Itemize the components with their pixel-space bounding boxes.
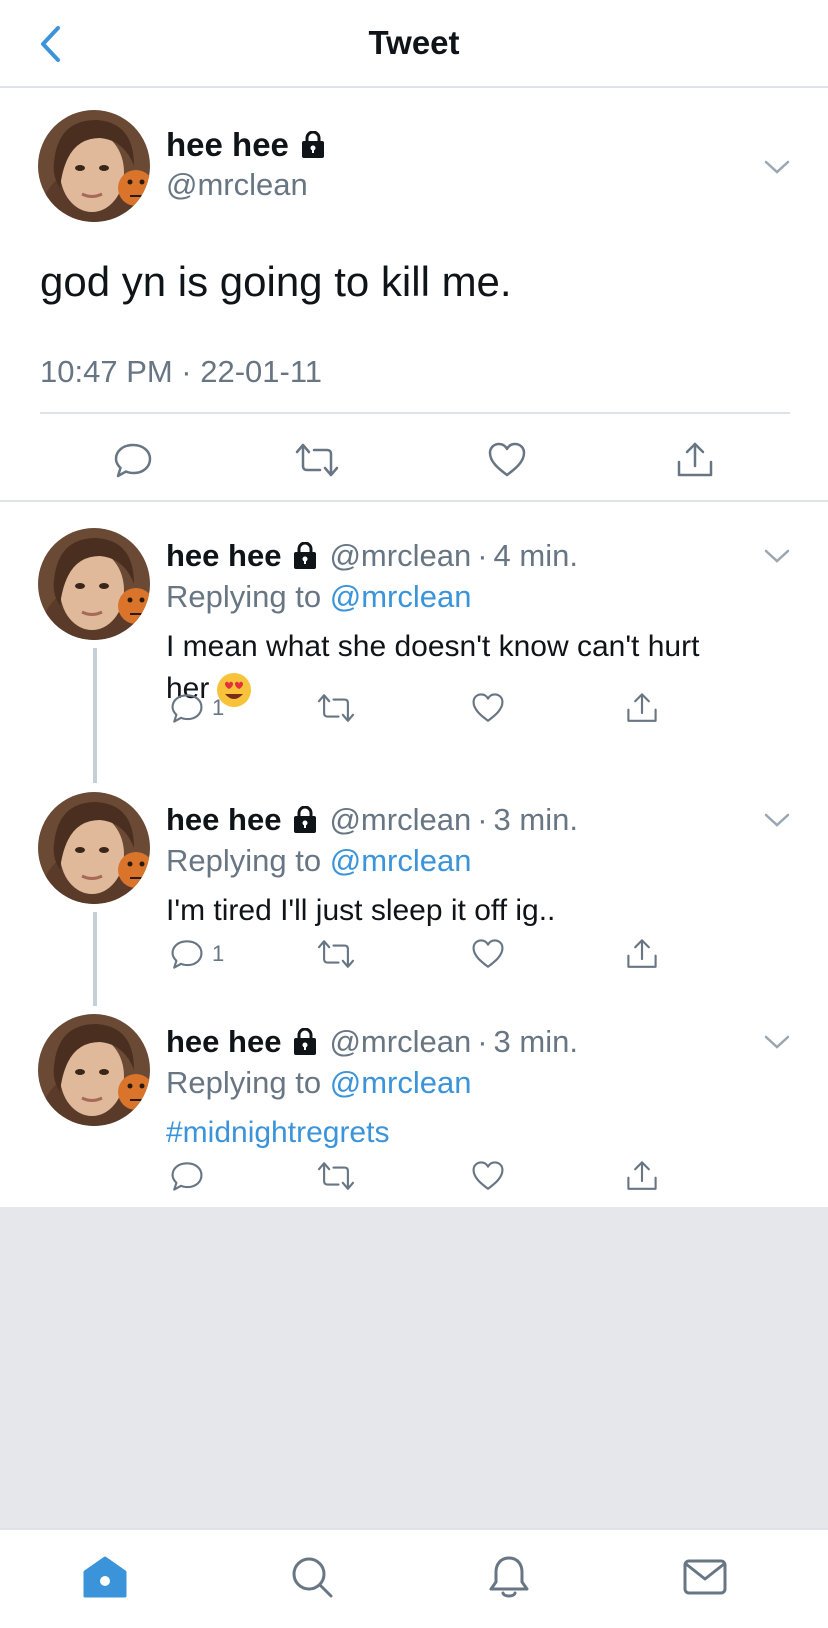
separator-dot: · [477,1024,488,1059]
retweet-button[interactable] [294,437,340,483]
bottom-tab-bar [0,1528,828,1628]
retweet-icon [317,1162,355,1190]
author-handle: @mrclean [329,802,472,837]
retweet-button[interactable] [316,688,356,728]
empty-background-area [0,1207,828,1528]
display-name: hee hee [166,126,289,163]
top-navigation-bar: Tweet [0,0,828,88]
share-icon [627,939,657,968]
reply-button[interactable]: 1 [170,688,224,728]
relative-time: 3 min. [493,802,578,837]
share-button[interactable] [625,688,659,728]
lock-icon [300,131,326,159]
tweet-timestamp: 10:47 PM · 22-01-11 [40,354,323,389]
replying-to-link[interactable]: @mrclean [330,579,472,614]
search-icon [292,1557,333,1598]
tweet-action-bar: 1 [0,934,828,978]
tweet-text: I'm tired I'll just sleep it off ig.. [166,894,556,927]
lock-icon [292,806,318,834]
share-icon [627,1161,657,1190]
bell-icon [489,1556,529,1598]
reply-icon [171,1162,203,1191]
share-button[interactable] [672,437,718,483]
replying-to-link[interactable]: @mrclean [330,843,472,878]
display-name: hee hee [166,538,282,573]
reply-icon [171,694,203,723]
retweet-icon [295,443,339,477]
reply-count: 1 [212,941,225,966]
tab-messages[interactable] [680,1552,730,1602]
like-button[interactable] [471,1156,505,1196]
author-name: hee hee [166,126,327,164]
share-button[interactable] [625,934,659,974]
like-icon [472,693,504,722]
relative-time: 4 min. [493,538,578,573]
like-icon [488,442,526,477]
replying-to-link[interactable]: @mrclean [330,1065,472,1100]
tweet-action-bar [0,425,828,495]
like-icon [472,1161,504,1190]
avatar[interactable] [38,1014,150,1126]
tweet-text-line: I mean what she doesn't know can't hurt [166,630,700,663]
reply-header: hee hee @mrclean · 3 min. [166,802,578,838]
like-button[interactable] [471,688,505,728]
tweet-text: god yn is going to kill me. [40,258,512,305]
separator-dot: · [477,538,488,573]
replying-to: Replying to @mrclean [166,1065,471,1101]
thread-connector-line [93,648,97,783]
home-icon [83,1556,127,1598]
replying-label: Replying to [166,579,322,614]
author-handle: @mrclean [166,167,308,202]
retweet-button[interactable] [316,1156,356,1196]
reply-icon [114,443,152,478]
reply-button[interactable] [110,437,156,483]
reply-button[interactable]: 1 [170,934,224,974]
like-button[interactable] [471,934,505,974]
like-button[interactable] [484,437,530,483]
replying-label: Replying to [166,843,322,878]
lock-icon [292,542,318,570]
thread-connector-line [93,912,97,1006]
display-name: hee hee [166,802,282,837]
reply-icon [171,940,203,969]
page-title: Tweet [368,24,460,61]
retweet-icon [317,940,355,968]
divider [40,412,790,414]
share-icon [677,442,713,477]
mail-icon [683,1559,727,1595]
reply-header: hee hee @mrclean · 3 min. [166,1024,578,1060]
lock-icon [292,1028,318,1056]
retweet-button[interactable] [316,934,356,974]
tab-home[interactable] [80,1552,130,1602]
chevron-down-icon[interactable] [762,810,792,830]
share-button[interactable] [625,1156,659,1196]
author-handle: @mrclean [329,538,472,573]
reply-button[interactable] [170,1156,204,1196]
tweet-action-bar: 1 [0,688,828,732]
avatar[interactable] [38,528,150,640]
replying-to: Replying to @mrclean [166,579,471,615]
relative-time: 3 min. [493,1024,578,1059]
author-handle: @mrclean [329,1024,472,1059]
replying-to: Replying to @mrclean [166,843,471,879]
display-name: hee hee [166,1024,282,1059]
tweet-action-bar [0,1156,828,1200]
hashtag-link[interactable]: #midnightregrets [166,1112,796,1154]
reply-header: hee hee @mrclean · 4 min. [166,538,578,574]
chevron-down-icon[interactable] [762,546,792,566]
tab-notifications[interactable] [484,1552,534,1602]
like-icon [472,939,504,968]
tab-search[interactable] [287,1552,337,1602]
avatar[interactable] [38,792,150,904]
retweet-icon [317,694,355,722]
divider [0,500,828,502]
chevron-down-icon[interactable] [762,157,792,177]
share-icon [627,693,657,722]
separator-dot: · [477,802,488,837]
replying-label: Replying to [166,1065,322,1100]
chevron-down-icon[interactable] [762,1032,792,1052]
avatar[interactable] [38,110,150,222]
reply-count: 1 [212,695,225,720]
